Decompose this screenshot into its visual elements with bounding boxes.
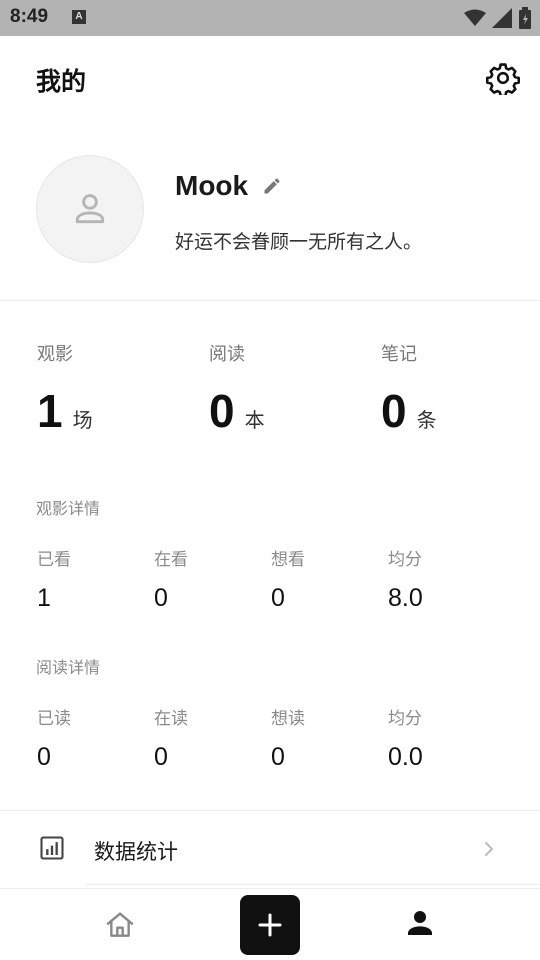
movie-detail-watched: 已看 1 <box>37 545 147 613</box>
stat-value: 0 <box>209 385 235 437</box>
status-icons <box>464 6 532 30</box>
stat-notes[interactable]: 笔记 0 条 <box>381 340 540 434</box>
stat-unit: 条 <box>416 408 437 432</box>
detail-value: 0 <box>154 743 168 771</box>
username: Mook <box>175 170 249 201</box>
wifi-icon <box>464 9 486 26</box>
detail-value: 8.0 <box>388 584 423 612</box>
movie-details-title: 观影详情 <box>36 499 101 518</box>
reading-detail-reading: 在读 0 <box>154 704 264 772</box>
detail-label: 均分 <box>388 550 422 570</box>
detail-label: 想看 <box>271 550 305 570</box>
detail-label: 在读 <box>154 709 188 729</box>
detail-value: 0 <box>271 584 285 612</box>
detail-label: 想读 <box>271 709 305 729</box>
stat-label: 笔记 <box>381 344 417 365</box>
movie-detail-average: 均分 8.0 <box>388 545 498 613</box>
notification-icon: A <box>72 10 86 24</box>
stat-value: 1 <box>37 385 63 437</box>
reading-detail-read: 已读 0 <box>37 704 147 772</box>
reading-detail-want: 想读 0 <box>271 704 381 772</box>
avatar[interactable] <box>36 155 144 263</box>
reading-details-title: 阅读详情 <box>36 658 101 677</box>
stat-movies[interactable]: 观影 1 场 <box>37 340 197 434</box>
plus-icon <box>258 913 282 937</box>
battery-icon <box>519 7 531 29</box>
movie-detail-want: 想看 0 <box>271 545 381 613</box>
home-icon[interactable] <box>104 909 136 941</box>
menu-item-statistics[interactable]: 数据统计 <box>0 812 540 884</box>
detail-label: 已看 <box>37 550 71 570</box>
person-outline-icon <box>75 194 105 224</box>
page-title: 我的 <box>36 67 87 96</box>
movie-detail-watching: 在看 0 <box>154 545 264 613</box>
detail-value: 0 <box>154 584 168 612</box>
bio: 好运不会眷顾一无所有之人。 <box>175 231 423 253</box>
divider <box>0 300 540 301</box>
stat-value: 0 <box>381 385 407 437</box>
detail-label: 已读 <box>37 709 71 729</box>
username-row: Mook <box>175 170 282 202</box>
menu-label: 数据统计 <box>94 840 178 864</box>
detail-label: 在看 <box>154 550 188 570</box>
divider <box>0 810 540 811</box>
detail-value: 0.0 <box>388 743 423 771</box>
detail-value: 0 <box>271 743 285 771</box>
detail-value: 1 <box>37 584 51 612</box>
pencil-icon[interactable] <box>262 176 282 196</box>
status-bar: 8:49 A <box>0 0 540 36</box>
stat-label: 阅读 <box>209 344 245 365</box>
reading-detail-average: 均分 0.0 <box>388 704 498 772</box>
divider <box>86 884 540 885</box>
stat-unit: 本 <box>244 408 265 432</box>
status-time: 8:49 <box>10 6 49 27</box>
signal-icon <box>492 8 512 28</box>
bottom-nav <box>0 888 540 960</box>
stat-unit: 场 <box>72 408 93 432</box>
add-button[interactable] <box>240 895 300 955</box>
person-icon[interactable] <box>404 907 436 939</box>
bar-chart-icon <box>40 836 64 860</box>
stat-label: 观影 <box>37 344 73 365</box>
gear-icon[interactable] <box>486 61 520 95</box>
detail-label: 均分 <box>388 709 422 729</box>
chevron-right-icon <box>485 842 493 856</box>
detail-value: 0 <box>37 743 51 771</box>
stat-reading[interactable]: 阅读 0 本 <box>209 340 369 434</box>
